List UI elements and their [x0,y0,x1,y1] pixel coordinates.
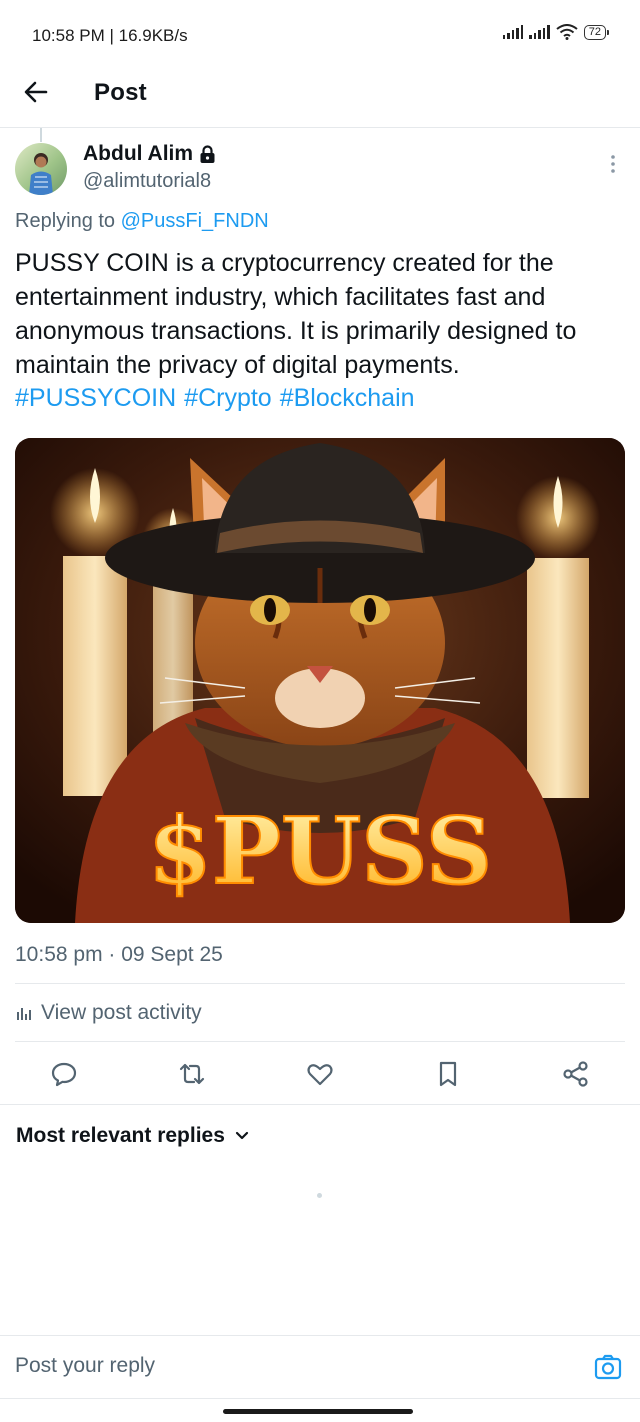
like-icon[interactable] [305,1059,335,1089]
divider [15,1041,625,1042]
divider [15,983,625,984]
wifi-icon [556,24,578,40]
lock-icon [200,144,215,163]
camera-icon[interactable] [594,1353,622,1381]
reply-input[interactable] [15,1354,575,1378]
author-name-text: Abdul Alim [83,142,194,165]
status-time: 10:58 PM | 16.9KB/s [32,26,188,45]
replies-sort-label: Most relevant replies [16,1124,225,1147]
repost-icon[interactable] [177,1059,207,1089]
avatar-person-icon [29,153,53,195]
bookmark-icon[interactable] [433,1059,463,1089]
replies-sort-dropdown[interactable]: Most relevant replies [16,1124,249,1148]
share-icon[interactable] [561,1059,591,1089]
reply-composer [0,1335,640,1399]
hashtags: #PUSSYCOIN #Crypto #Blockchain [15,381,423,415]
post-image[interactable]: $PUSS [15,438,625,923]
post-timestamp: 10:58 pm · 09 Sept 25 [15,943,223,966]
bar-chart-icon [17,1008,31,1020]
thread-line [40,128,42,142]
signal-2-icon [529,25,550,39]
image-caption: $PUSS [148,797,492,905]
replying-to: Replying to @PussFi_FNDN [15,210,269,233]
hashtag-link[interactable]: #Crypto [184,384,272,412]
activity-label: View post activity [41,1001,202,1024]
author-name[interactable]: Abdul Alim [83,142,216,166]
status-icons: 72 [502,24,610,40]
post-text: PUSSY COIN is a cryptocurrency created f… [15,249,577,379]
back-arrow-icon[interactable] [22,78,50,106]
loading-indicator [317,1193,322,1198]
divider [0,1104,640,1105]
action-bar [0,1056,640,1094]
home-indicator[interactable] [223,1409,413,1414]
hashtag-link[interactable]: #Blockchain [280,384,415,412]
hashtag-link[interactable]: #PUSSYCOIN [15,384,176,412]
battery-icon: 72 [583,24,610,40]
cat-with-hat-illustration: $PUSS [15,438,625,923]
page-title: Post [94,79,147,106]
signal-icon [502,25,524,39]
author-handle[interactable]: @alimtutorial8 [83,170,211,193]
chevron-down-icon [235,1131,249,1140]
header-divider [0,127,640,128]
replying-prefix: Replying to [15,210,121,232]
view-post-activity-link[interactable]: View post activity [15,1001,202,1025]
replying-mention-link[interactable]: @PussFi_FNDN [121,210,269,232]
reply-icon[interactable] [49,1059,79,1089]
avatar[interactable] [15,143,67,195]
more-options-icon[interactable] [606,152,620,178]
